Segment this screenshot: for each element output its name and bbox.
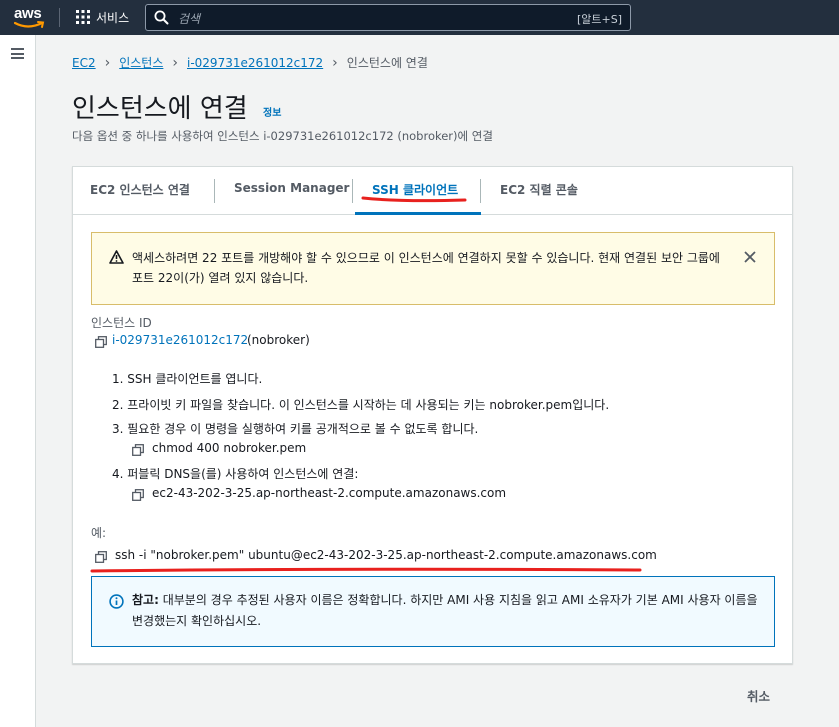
copy-icon[interactable] — [95, 551, 107, 563]
active-tab-indicator — [355, 212, 481, 215]
tab-divider — [352, 179, 353, 203]
step-1: 1. SSH 클라이언트를 엽니다. — [112, 372, 263, 386]
public-dns: ec2-43-202-3-25.ap-northeast-2.compute.a… — [152, 486, 507, 500]
example-label: 예: — [91, 526, 107, 540]
step-2: 2. 프라이빗 키 파일을 찾습니다. 이 인스턴스를 시작하는 데 사용되는 … — [112, 398, 610, 412]
tab-divider — [214, 179, 215, 203]
aws-smile-icon — [14, 21, 45, 28]
tab-ec2-instance-connect[interactable]: EC2 인스턴스 연결 — [90, 181, 190, 198]
warning-alert: 액세스하려면 22 포트를 개방해야 할 수 있으므로 이 인스턴스에 연결하지… — [91, 232, 775, 305]
search-input[interactable]: 검색 [알트+S] — [145, 4, 631, 31]
nav-divider — [59, 8, 60, 27]
tab-divider — [480, 179, 481, 203]
ssh-example-command: ssh -i "nobroker.pem" ubuntu@ec2-43-202-… — [115, 548, 657, 562]
page-subtitle: 다음 옵션 중 하나를 사용하여 인스턴스 i-029731e261012c17… — [72, 129, 493, 143]
info-note-bold: 참고: — [132, 593, 159, 607]
annotation-underline — [361, 196, 467, 203]
connect-card: EC2 인스턴스 연결 Session Manager SSH 클라이언트 EC… — [72, 166, 793, 664]
copy-icon[interactable] — [95, 336, 107, 348]
info-link[interactable]: 정보 — [263, 104, 281, 119]
menu-icon[interactable] — [11, 48, 24, 59]
info-icon — [109, 594, 124, 609]
chmod-command: chmod 400 nobroker.pem — [152, 441, 307, 455]
services-menu[interactable]: 서비스 — [96, 9, 129, 26]
info-text: 참고: 대부분의 경우 추정된 사용자 이름은 정확합니다. 하지만 AMI 사… — [132, 590, 762, 632]
tab-ec2-serial-console[interactable]: EC2 직렬 콘솔 — [500, 181, 578, 198]
warning-icon — [109, 250, 124, 264]
tab-session-manager[interactable]: Session Manager — [234, 181, 349, 195]
aws-logo[interactable]: aws — [14, 5, 48, 31]
tab-list: EC2 인스턴스 연결 Session Manager SSH 클라이언트 EC… — [73, 167, 792, 215]
chevron-right-icon: › — [104, 54, 111, 71]
left-rail — [0, 35, 36, 727]
close-icon[interactable] — [744, 251, 756, 263]
breadcrumb-ec2[interactable]: EC2 — [72, 56, 96, 70]
search-icon — [154, 10, 169, 25]
breadcrumb-instance-id[interactable]: i-029731e261012c172 — [187, 56, 323, 70]
breadcrumb: EC2 › 인스턴스 › i-029731e261012c172 › 인스턴스에… — [72, 54, 428, 71]
services-grid-icon[interactable] — [76, 10, 90, 24]
search-shortcut: [알트+S] — [576, 13, 622, 26]
search-placeholder: 검색 — [178, 12, 201, 26]
copy-icon[interactable] — [132, 444, 144, 456]
warning-text: 액세스하려면 22 포트를 개방해야 할 수 있으므로 이 인스턴스에 연결하지… — [132, 251, 720, 285]
instance-id-link[interactable]: i-029731e261012c172 — [112, 333, 248, 347]
page-title: 인스턴스에 연결 — [72, 94, 248, 124]
step-3: 3. 필요한 경우 이 명령을 실행하여 키를 공개적으로 볼 수 없도록 합니… — [112, 422, 479, 436]
instance-name: (nobroker) — [247, 333, 310, 347]
chevron-right-icon: › — [332, 54, 338, 71]
breadcrumb-instances[interactable]: 인스턴스 — [119, 54, 163, 71]
breadcrumb-current: 인스턴스에 연결 — [346, 56, 428, 70]
chevron-right-icon: › — [172, 54, 178, 71]
info-note-text: 대부분의 경우 추정된 사용자 이름은 정확합니다. 하지만 AMI 사용 지침… — [132, 593, 758, 628]
instance-id-label: 인스턴스 ID — [91, 316, 152, 330]
step-4: 4. 퍼블릭 DNS을(를) 사용하여 인스턴스에 연결: — [112, 467, 359, 481]
cancel-button[interactable]: 취소 — [747, 686, 770, 705]
annotation-underline — [90, 567, 642, 573]
copy-icon[interactable] — [132, 489, 144, 501]
info-alert: 참고: 대부분의 경우 추정된 사용자 이름은 정확합니다. 하지만 AMI 사… — [91, 576, 775, 647]
top-navigation: aws 서비스 검색 [알트+S] — [0, 0, 839, 35]
